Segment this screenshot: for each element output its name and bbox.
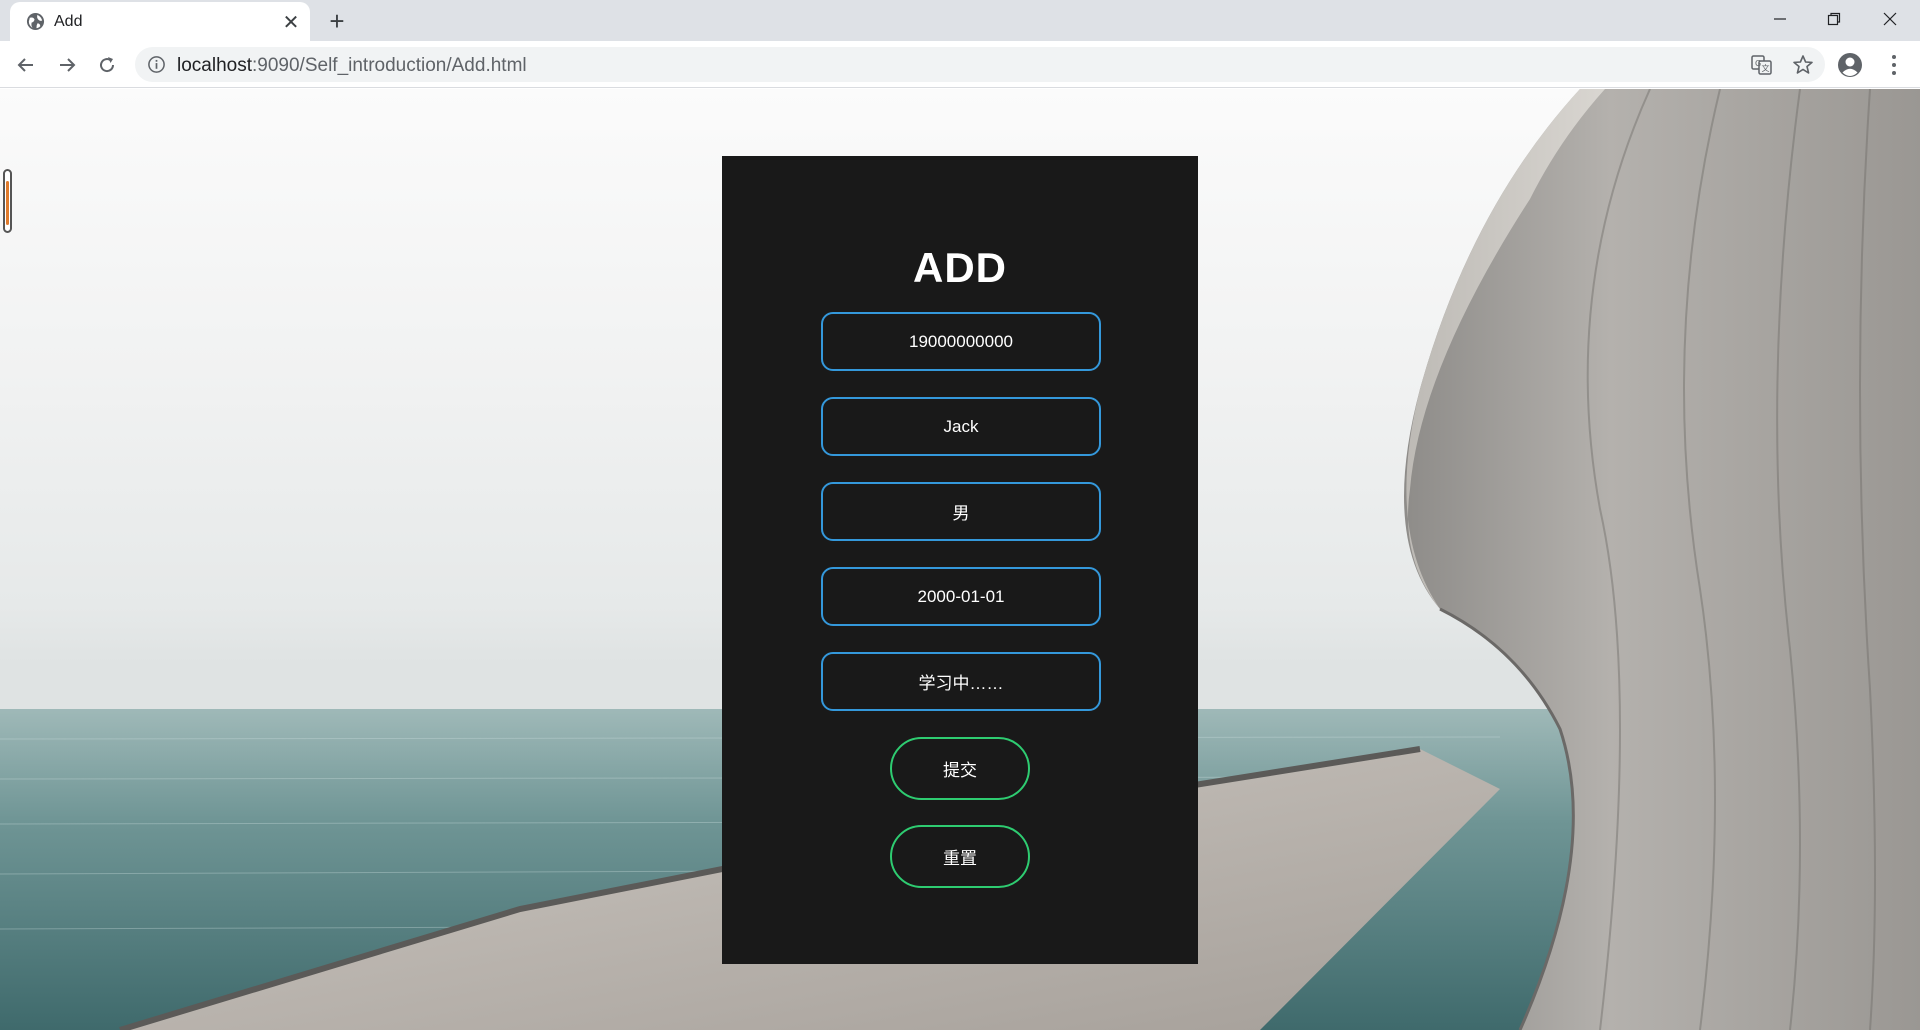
restore-icon[interactable] [1806, 0, 1862, 38]
svg-text:文: 文 [1762, 63, 1770, 73]
reload-icon[interactable] [91, 49, 123, 81]
name-input[interactable] [821, 397, 1101, 456]
gender-input[interactable] [821, 482, 1101, 541]
status-input[interactable] [821, 652, 1101, 711]
globe-icon [26, 12, 45, 31]
scroll-indicator[interactable] [3, 169, 12, 233]
tab-title: Add [54, 13, 83, 30]
address-bar[interactable]: localhost:9090/Self_introduction/Add.htm… [135, 47, 1825, 82]
info-icon[interactable] [147, 55, 166, 74]
plus-icon[interactable]: + [322, 6, 352, 36]
translate-icon[interactable]: G 文 [1751, 54, 1773, 76]
star-icon[interactable] [1791, 53, 1815, 77]
page-title: ADD [913, 244, 1007, 291]
page-viewport: ADD 提交 重置 [0, 89, 1920, 1030]
profile-icon[interactable] [1836, 51, 1864, 79]
browser-toolbar: localhost:9090/Self_introduction/Add.htm… [0, 41, 1920, 88]
phone-input[interactable] [821, 312, 1101, 371]
close-icon[interactable]: ✕ [280, 11, 302, 34]
reset-button[interactable]: 重置 [890, 825, 1030, 888]
minimize-icon[interactable] [1752, 0, 1808, 38]
browser-tab[interactable]: Add ✕ [10, 2, 310, 41]
tab-strip: Add ✕ + [0, 0, 1920, 41]
add-form-card: ADD 提交 重置 [722, 156, 1198, 964]
submit-button[interactable]: 提交 [890, 737, 1030, 800]
back-arrow-icon[interactable] [10, 49, 42, 81]
window-close-icon[interactable] [1862, 0, 1918, 38]
url-host: localhost [177, 55, 252, 76]
url-text[interactable]: localhost:9090/Self_introduction/Add.htm… [177, 55, 527, 77]
birthday-input[interactable] [821, 567, 1101, 626]
svg-text:G: G [1755, 59, 1761, 68]
url-path: :9090/Self_introduction/Add.html [252, 55, 527, 76]
kebab-menu-icon[interactable] [1882, 51, 1906, 79]
forward-arrow-icon[interactable] [51, 49, 83, 81]
